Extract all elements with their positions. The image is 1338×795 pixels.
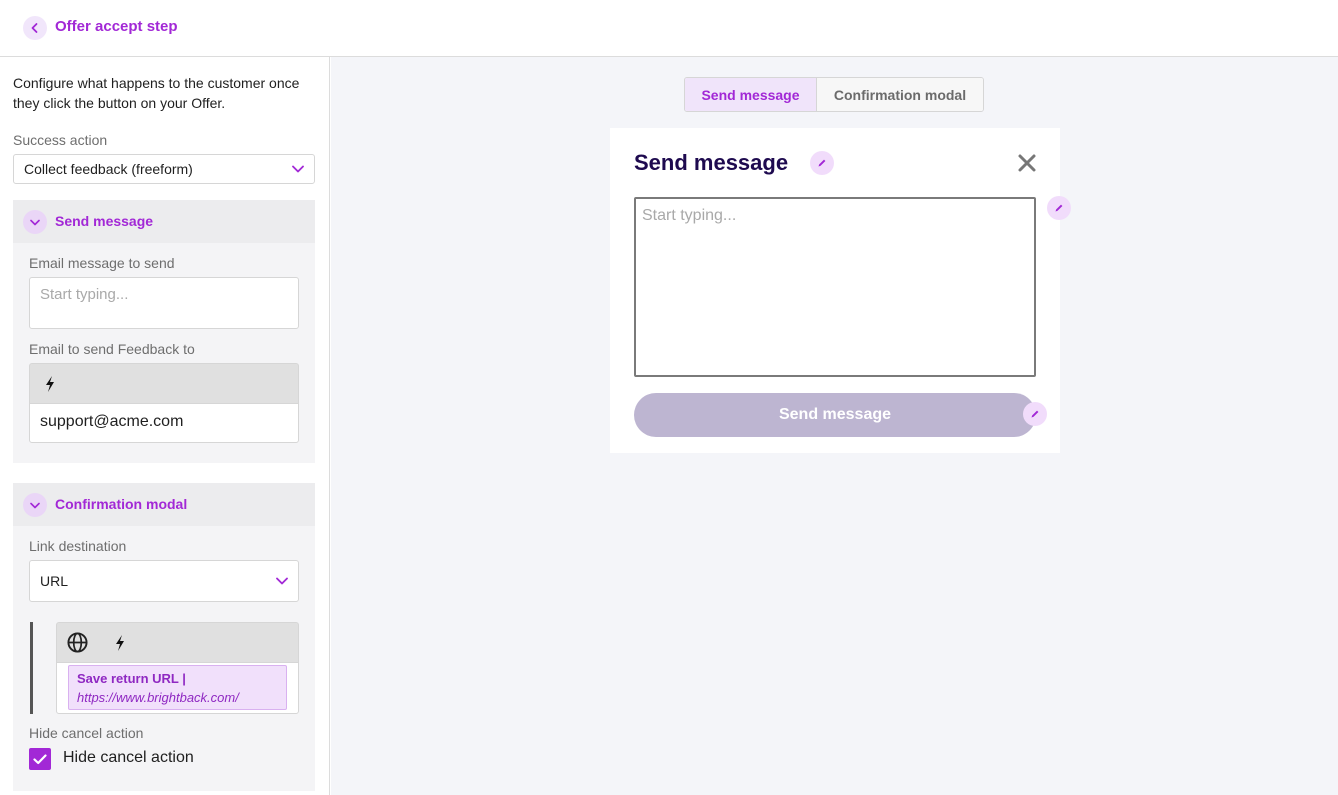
link-destination-value: URL (40, 573, 69, 589)
preview-modal: Send message Start typing... Send messag… (610, 128, 1071, 453)
preview-tabs: Send message Confirmation modal (684, 77, 984, 112)
edit-button-label-button[interactable] (1023, 402, 1047, 426)
back-button[interactable] (23, 16, 47, 40)
tab-send-message[interactable]: Send message (685, 78, 817, 111)
chevron-down-icon (30, 219, 40, 225)
send-message-section-header[interactable]: Send message (13, 200, 315, 243)
feedback-email-label: Email to send Feedback to (29, 341, 195, 357)
confirmation-section-header[interactable]: Confirmation modal (13, 483, 315, 526)
modal-message-textarea[interactable]: Start typing... (634, 197, 1036, 377)
send-message-button[interactable]: Send message (634, 393, 1036, 437)
chevron-left-icon (31, 23, 38, 33)
link-destination-select[interactable]: URL (29, 560, 299, 602)
chevron-down-icon (30, 502, 40, 508)
lightning-icon[interactable] (44, 376, 56, 392)
pencil-icon (818, 159, 826, 167)
check-icon (33, 753, 47, 764)
chevron-down-icon (276, 577, 288, 585)
hide-cancel-label: Hide cancel action (29, 725, 144, 741)
config-panel: Configure what happens to the customer o… (0, 57, 330, 795)
link-destination-label: Link destination (29, 538, 127, 554)
edit-title-button[interactable] (810, 151, 834, 175)
globe-icon[interactable] (67, 632, 88, 653)
intro-text: Configure what happens to the customer o… (13, 75, 300, 111)
preview-area: Send message Confirmation modal Send mes… (331, 57, 1338, 795)
close-icon[interactable] (1015, 151, 1039, 175)
modal-title: Send message (634, 150, 789, 175)
page-title: Offer accept step (55, 18, 178, 35)
email-message-input[interactable]: Start typing... (29, 277, 299, 329)
feedback-email-field[interactable]: support@acme.com (29, 403, 299, 443)
success-action-select[interactable]: Collect feedback (freeform) (13, 154, 315, 184)
save-return-url-label: Save return URL | (77, 671, 186, 686)
url-field-accent (30, 622, 33, 714)
lightning-icon[interactable] (114, 635, 126, 651)
hide-cancel-checkbox[interactable] (29, 748, 51, 770)
save-return-url-chip[interactable]: Save return URL | https://www.brightback… (68, 665, 287, 710)
pencil-icon (1031, 410, 1039, 418)
tab-confirmation-modal[interactable]: Confirmation modal (817, 78, 983, 111)
email-message-label: Email message to send (29, 255, 175, 271)
chevron-down-icon (292, 165, 304, 173)
url-toolbar (56, 622, 299, 662)
collapse-toggle[interactable] (23, 493, 47, 517)
feedback-email-toolbar (29, 363, 299, 403)
pencil-icon (1055, 204, 1063, 212)
success-action-label: Success action (13, 132, 108, 148)
feedback-email-value: support@acme.com (40, 413, 184, 430)
hide-cancel-checkbox-label[interactable]: Hide cancel action (63, 749, 194, 767)
top-header: Offer accept step (0, 0, 1338, 57)
confirmation-section-title: Confirmation modal (55, 496, 188, 512)
edit-textarea-button[interactable] (1047, 196, 1071, 220)
collapse-toggle[interactable] (23, 210, 47, 234)
success-action-value: Collect feedback (freeform) (24, 161, 193, 177)
save-return-url-value: https://www.brightback.com/ (77, 690, 239, 705)
send-message-section-title: Send message (55, 213, 154, 229)
